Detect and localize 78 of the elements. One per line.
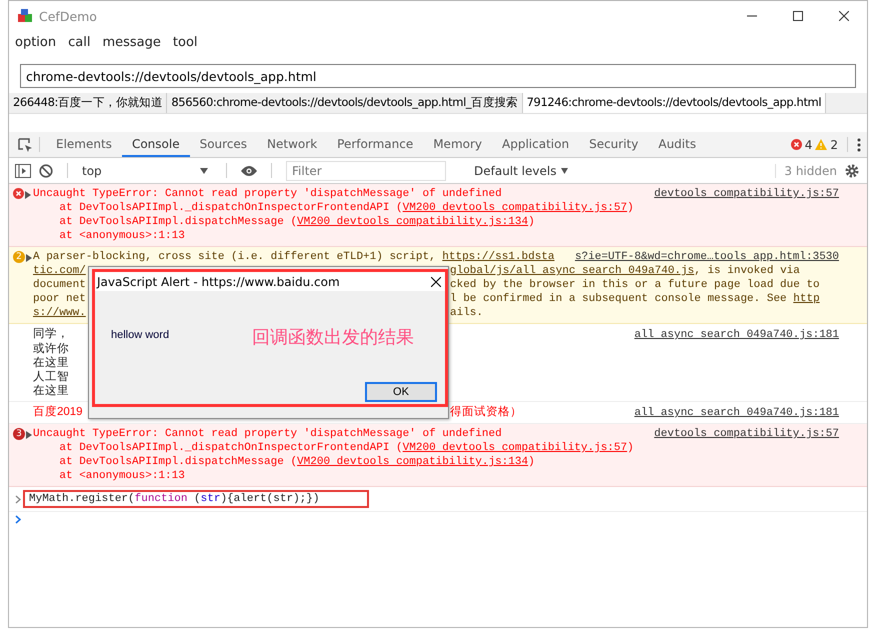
devtools-tab[interactable]: Network (257, 132, 328, 157)
hidden-count: 3 hidden (775, 164, 837, 178)
prompt-chevron-icon[interactable] (15, 515, 21, 524)
levels-dropdown[interactable]: Default levels (474, 164, 568, 178)
source-link[interactable]: all async search 049a740.js:181 (628, 328, 839, 342)
ok-button[interactable]: OK (365, 382, 437, 402)
devtools-tab[interactable]: Elements (46, 132, 122, 157)
filter-field[interactable]: Filter (286, 160, 446, 180)
devtools-tab[interactable]: Sources (190, 132, 258, 157)
message-text: Uncaught TypeError: Cannot read property 'dispatchMessage' of undefined (33, 187, 502, 201)
message-text: at <anonymous>:1:13 (58, 469, 185, 483)
message-text: ails. (450, 306, 484, 320)
address-field[interactable]: chrome-devtools://devtools/devtools_app.html (20, 64, 856, 88)
message-text: 百度2019 (33, 406, 83, 418)
message-text: 人工智 (33, 370, 69, 384)
clear-console-icon[interactable] (39, 164, 53, 178)
message-text: at DevToolsAPIImpl._dispatchOnInspectorFrontendAPI (VM200 devtools compatibility.js:57) (58, 201, 634, 215)
message-text: at <anonymous>:1:13 (58, 229, 185, 243)
eye-icon[interactable] (241, 166, 257, 176)
expand-arrow-icon[interactable] (25, 191, 31, 199)
annotation-text: 回调函数出发的结果 (252, 326, 414, 349)
dropdown-caret-icon (561, 168, 568, 174)
chevron-icon (15, 494, 21, 504)
source-link[interactable]: devtools compatibility.js:57 (648, 427, 839, 441)
message-text: tic.com/ (33, 265, 86, 277)
inspect-element-icon[interactable] (17, 136, 33, 152)
message-text: 同学， (33, 327, 69, 341)
source-link[interactable]: devtools compatibility.js:57 (648, 187, 839, 201)
message-text: l be confirmed in a subsequent console message. See http (450, 292, 820, 306)
settings-icon[interactable] (845, 164, 859, 178)
message-text: poor net (33, 293, 86, 305)
message-count-badge: 2 (13, 251, 25, 263)
app-logo-icon (17, 8, 33, 24)
warning-icon (815, 139, 828, 150)
sidebar-toggle-icon[interactable] (15, 164, 31, 178)
menu-item[interactable]: call (68, 34, 90, 50)
window-title: CefDemo (39, 8, 97, 24)
devtools-tab[interactable]: Audits (648, 132, 706, 157)
devtools-tab[interactable]: Performance (327, 132, 424, 157)
message-text: Uncaught TypeError: Cannot read property 'dispatchMessage' of undefined (33, 427, 502, 441)
minimize-icon[interactable] (747, 15, 757, 17)
message-text: 得面试资格） (450, 405, 522, 419)
message-text: 或许你 (33, 342, 69, 356)
message-text: at DevToolsAPIImpl.dispatchMessage (VM200 devtools compatibility.js:134) (58, 215, 535, 229)
message-text: 在这里 (33, 384, 69, 398)
source-link[interactable]: s?ie=UTF-8&wd=chrome…tools app.html:3530 (568, 250, 839, 264)
expand-arrow-icon[interactable] (26, 254, 32, 262)
devtools-tab[interactable]: Console (122, 132, 190, 157)
message-text: global/js/all async search 049a740.js, is invoked via (450, 264, 800, 278)
dropdown-caret-icon (200, 168, 208, 174)
message-text: at DevToolsAPIImpl.dispatchMessage (VM200 devtools compatibility.js:134) (58, 455, 535, 469)
menu-item[interactable]: message (102, 34, 161, 50)
alert-message: hellow word (111, 329, 170, 341)
message-text: A parser-blocking, cross site (i.e. different eTLD+1) script, https://ss1.bdsta (33, 250, 554, 264)
page-tab[interactable]: 791246:chrome-devtools://devtools/devtools_app.html (522, 93, 826, 113)
error-count: 4 (804, 138, 812, 152)
message-count-badge: 3 (13, 428, 25, 440)
message-text: document (33, 279, 86, 291)
expand-arrow-icon[interactable] (26, 431, 32, 439)
error-icon (790, 139, 802, 150)
close-icon[interactable] (839, 11, 849, 21)
devtools-tab[interactable]: Memory (423, 132, 492, 157)
message-text: 在这里 (33, 356, 69, 370)
source-link[interactable]: all async search 049a740.js:181 (628, 406, 839, 420)
message-text: s://www. (33, 307, 86, 319)
context-dropdown[interactable]: top (82, 164, 212, 178)
maximize-icon[interactable] (793, 11, 803, 21)
close-icon[interactable] (431, 276, 441, 286)
message-text: cked by the browser in this or a future page load due to (450, 278, 820, 292)
error-icon (13, 188, 24, 199)
dialog-title: JavaScript Alert - https://www.baidu.com (97, 274, 340, 288)
message-text: at DevToolsAPIImpl._dispatchOnInspectorFrontendAPI (VM200 devtools compatibility.js:57) (58, 441, 634, 455)
devtools-tab[interactable]: Security (579, 132, 648, 157)
warning-count: 2 (830, 138, 838, 152)
menu-item[interactable]: tool (172, 34, 198, 50)
menu-item[interactable]: option (15, 34, 56, 50)
more-options-icon[interactable] (857, 138, 861, 152)
devtools-tab[interactable]: Application (492, 132, 580, 157)
